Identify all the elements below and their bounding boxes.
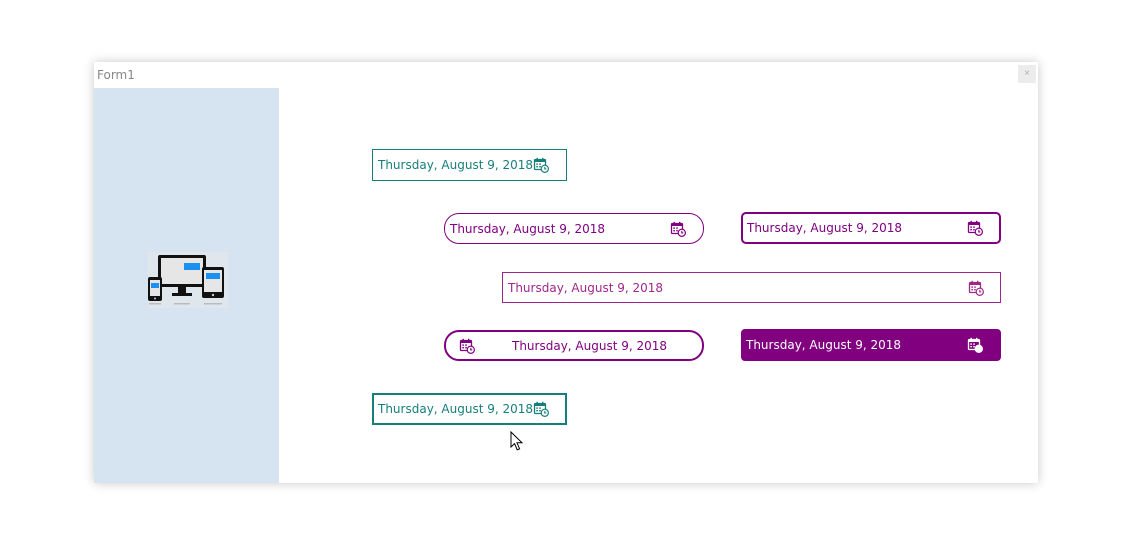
side-panel [94, 88, 279, 483]
date-picker-teal[interactable]: Thursday, August 9, 2018 [372, 149, 567, 181]
date-value: Thursday, August 9, 2018 [378, 402, 534, 416]
date-value: Thursday, August 9, 2018 [378, 158, 534, 172]
close-icon: × [1024, 68, 1030, 79]
date-value: Thursday, August 9, 2018 [512, 338, 668, 353]
date-value: Thursday, August 9, 2018 [508, 280, 664, 295]
close-button[interactable]: × [1018, 65, 1036, 83]
calendar-icon[interactable] [533, 157, 549, 173]
date-picker-purple-icon-left[interactable]: Thursday, August 9, 2018 [444, 330, 704, 361]
calendar-icon[interactable] [670, 221, 686, 237]
date-picker-purple-rounded[interactable]: Thursday, August 9, 2018 [444, 213, 704, 244]
calendar-icon[interactable] [533, 401, 549, 417]
devices-icon [148, 252, 228, 308]
calendar-icon[interactable] [459, 338, 475, 354]
mouse-cursor-icon [510, 431, 524, 451]
window-title: Form1 [97, 68, 135, 82]
date-picker-purple-rect[interactable]: Thursday, August 9, 2018 [741, 212, 1001, 244]
title-bar[interactable]: Form1 × [94, 62, 1038, 88]
date-value: Thursday, August 9, 2018 [746, 338, 902, 352]
calendar-icon[interactable] [968, 280, 984, 296]
date-picker-teal-focused[interactable]: Thursday, August 9, 2018 [372, 393, 567, 425]
calendar-icon[interactable] [967, 337, 983, 353]
date-value: Thursday, August 9, 2018 [747, 221, 903, 235]
date-value: Thursday, August 9, 2018 [450, 221, 606, 236]
calendar-icon[interactable] [967, 220, 983, 236]
date-picker-purple-filled[interactable]: Thursday, August 9, 2018 [741, 329, 1001, 361]
date-picker-magenta-wide[interactable]: Thursday, August 9, 2018 [502, 272, 1001, 303]
